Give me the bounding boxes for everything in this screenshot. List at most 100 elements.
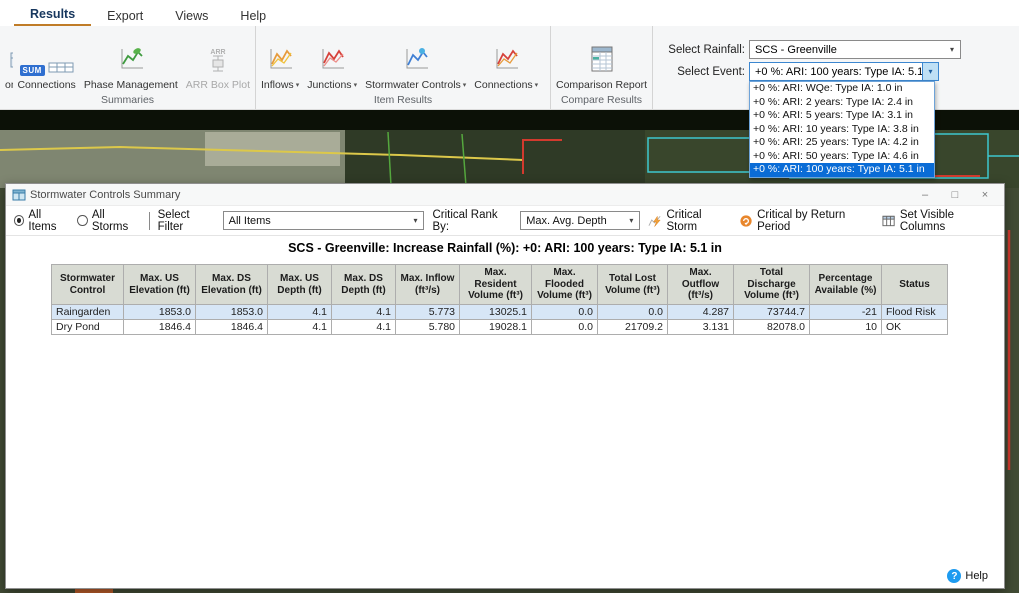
all-storms-radio[interactable]: All Storms (77, 209, 140, 233)
connections-results-button[interactable]: Connections ▾ (470, 28, 542, 94)
critical-rank-combo[interactable]: Max. Avg. Depth ▾ (520, 211, 641, 230)
button-label: Comparison Report (555, 79, 648, 91)
return-period-icon (740, 214, 752, 227)
critical-storm-button[interactable]: Critical Storm (648, 209, 731, 233)
table-cell: 4.1 (267, 304, 332, 320)
tab-export[interactable]: Export (91, 5, 159, 26)
summary-title: SCS - Greenville: Increase Rainfall (%):… (288, 241, 722, 255)
group-summaries: ontrols SUM Connections Phase Manage (0, 26, 256, 109)
column-header[interactable]: Total Discharge Volume (ft³) (733, 264, 810, 305)
chevron-down-icon[interactable]: ▾ (623, 212, 639, 229)
toolbar-separator (148, 211, 150, 230)
event-option[interactable]: +0 %: ARI: 10 years: Type IA: 3.8 in (750, 123, 934, 137)
table-cell: 5.780 (395, 319, 460, 335)
minimize-button[interactable]: – (910, 189, 940, 201)
rainfall-select[interactable]: SCS - Greenville ▾ (749, 40, 961, 59)
table-cell: 19028.1 (459, 319, 532, 335)
table-cell: 4.1 (331, 304, 396, 320)
columns-grid-icon (882, 215, 895, 226)
arr-box-plot-button[interactable]: ARR ARR Box Plot (182, 28, 254, 94)
event-select[interactable]: +0 %: ARI: 100 years: Type IA: 5.1 in ▾ (749, 62, 939, 81)
table-row[interactable]: Dry Pond 1846.4 1846.4 4.1 4.1 5.780 190… (51, 319, 948, 335)
column-header[interactable]: Max. Flooded Volume (ft³) (531, 264, 598, 305)
status-cell: Flood Risk (881, 304, 948, 320)
all-items-radio[interactable]: All Items (14, 209, 69, 233)
close-button[interactable]: × (970, 189, 1000, 201)
column-header[interactable]: Stormwater Control (51, 264, 124, 305)
group-item-results: Inflows ▾ Junctions ▾ Stormwater Controls ▾ (256, 26, 551, 109)
button-label: ARR Box Plot (185, 79, 250, 91)
event-option[interactable]: +0 %: ARI: 2 years: Type IA: 2.4 in (750, 96, 934, 110)
table-cell: 1846.4 (195, 319, 268, 335)
table-cell: 3.131 (667, 319, 734, 335)
button-label: ontrols (5, 79, 13, 91)
event-option[interactable]: +0 %: ARI: 5 years: Type IA: 3.1 in (750, 109, 934, 123)
dialog-titlebar[interactable]: Stormwater Controls Summary – □ × (6, 184, 1004, 206)
tab-results[interactable]: Results (14, 3, 92, 26)
box-plot-icon: ARR (205, 47, 231, 76)
connections-summary-button[interactable]: SUM Connections (13, 28, 79, 94)
tab-help[interactable]: Help (224, 5, 282, 26)
column-header[interactable]: Max. DS Elevation (ft) (195, 264, 268, 305)
event-option[interactable]: +0 %: ARI: 50 years: Type IA: 4.6 in (750, 150, 934, 164)
chevron-down-icon[interactable]: ▾ (944, 41, 960, 58)
inflows-chart-icon (266, 47, 294, 76)
comparison-report-button[interactable]: Comparison Report (552, 28, 651, 94)
select-rainfall-label: Select Rainfall: (668, 43, 745, 56)
dialog-title: Stormwater Controls Summary (30, 188, 181, 201)
column-header[interactable]: Percentage Available (%) (809, 264, 882, 305)
controls-summary-button[interactable]: ontrols (1, 28, 14, 94)
help-button[interactable]: ? Help (947, 569, 988, 583)
table-cell: 73744.7 (733, 304, 810, 320)
table-cell: 1846.4 (123, 319, 196, 335)
tab-views[interactable]: Views (159, 5, 224, 26)
table-cell: 0.0 (531, 304, 598, 320)
set-visible-columns-button[interactable]: Set Visible Columns (882, 209, 996, 233)
event-option[interactable]: +0 %: ARI: WQe: Type IA: 1.0 in (750, 82, 934, 96)
table-cell: 13025.1 (459, 304, 532, 320)
stormwater-controls-results-button[interactable]: Stormwater Controls ▾ (361, 28, 470, 94)
radio-icon (14, 215, 25, 226)
button-label: Phase Management (83, 79, 178, 91)
select-filter-combo[interactable]: All Items ▾ (222, 211, 425, 230)
column-header[interactable]: Total Lost Volume (ft³) (597, 264, 668, 305)
chevron-down-icon: ▾ (534, 82, 539, 89)
column-header[interactable]: Max. Resident Volume (ft³) (459, 264, 532, 305)
button-label: Connections (474, 79, 533, 91)
event-option-selected[interactable]: +0 %: ARI: 100 years: Type IA: 5.1 in (750, 163, 934, 177)
button-label: Connections (17, 79, 76, 91)
table-cell: 1853.0 (195, 304, 268, 320)
table-cell: 5.773 (395, 304, 460, 320)
column-header[interactable]: Max. DS Depth (ft) (331, 264, 396, 305)
critical-by-return-period-button[interactable]: Critical by Return Period (739, 209, 874, 233)
select-filter-label: Select Filter (157, 208, 190, 233)
dialog-toolbar: All Items All Storms Select Filter All I… (6, 206, 1004, 236)
table-cell: 4.1 (267, 319, 332, 335)
app-screen: Results Export Views Help ontrols (0, 0, 1019, 593)
window-icon (12, 189, 26, 201)
ribbon-tab-bar: Results Export Views Help (0, 0, 1019, 26)
radio-icon (77, 215, 88, 226)
table-header-row: Stormwater Control Max. US Elevation (ft… (51, 264, 948, 305)
column-header[interactable]: Max. Inflow (ft³/s) (395, 264, 460, 305)
chevron-down-icon[interactable]: ▾ (407, 212, 423, 229)
phase-management-button[interactable]: Phase Management (80, 28, 182, 94)
table-row[interactable]: Raingarden 1853.0 1853.0 4.1 4.1 5.773 1… (51, 304, 948, 320)
critical-rank-value: Max. Avg. Depth (526, 214, 607, 227)
select-event-label: Select Event: (677, 65, 745, 78)
event-option[interactable]: +0 %: ARI: 25 years: Type IA: 4.2 in (750, 136, 934, 150)
column-header[interactable]: Max. US Elevation (ft) (123, 264, 196, 305)
chevron-down-icon[interactable]: ▾ (922, 63, 938, 80)
junctions-results-button[interactable]: Junctions ▾ (303, 28, 361, 94)
button-label: Junctions (307, 79, 352, 91)
button-label: Critical Storm (666, 208, 702, 233)
maximize-button[interactable]: □ (940, 189, 970, 201)
column-header[interactable]: Max. US Depth (ft) (267, 264, 332, 305)
column-header[interactable]: Max. Outflow (ft³/s) (667, 264, 734, 305)
table-cell: 10 (809, 319, 882, 335)
button-label: Stormwater Controls (365, 79, 461, 91)
table-cell: 4.287 (667, 304, 734, 320)
column-header[interactable]: Status (881, 264, 948, 305)
inflows-results-button[interactable]: Inflows ▾ (257, 28, 303, 94)
stormwater-chart-icon (402, 47, 430, 76)
